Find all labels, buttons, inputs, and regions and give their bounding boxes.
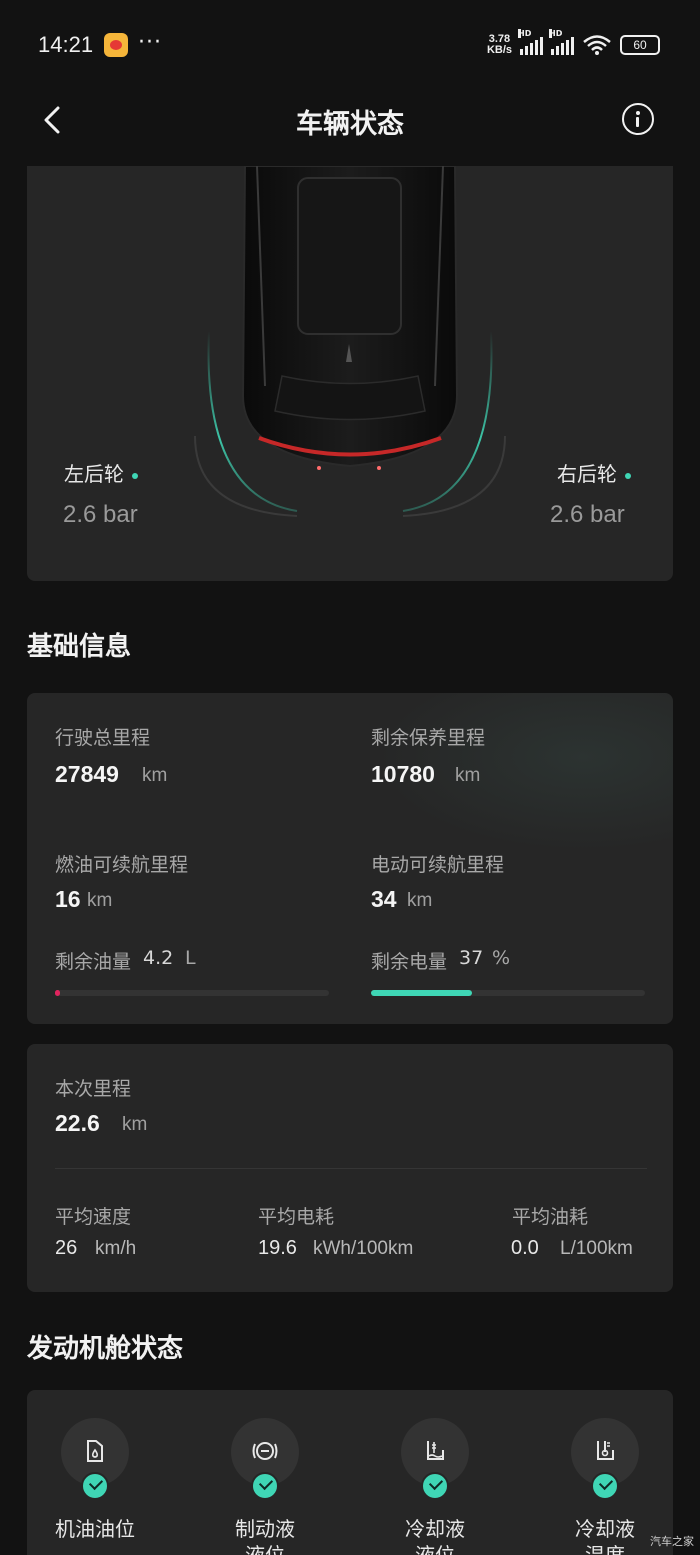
trip-mileage-value: 22.6 bbox=[55, 1110, 100, 1136]
page-title: 车辆状态 bbox=[296, 109, 404, 140]
rear-left-tire-label: 左后轮 bbox=[64, 458, 138, 487]
rear-left-tire-value: 2.6 bar bbox=[63, 501, 138, 528]
brake-fluid-icon bbox=[252, 1442, 278, 1460]
avg-fuel-label: 平均油耗 bbox=[512, 1206, 589, 1228]
fuel-level-fill bbox=[55, 990, 61, 996]
weibo-app-icon bbox=[104, 33, 128, 57]
avg-power-label: 平均电耗 bbox=[258, 1206, 335, 1228]
avg-fuel-unit: L/100km bbox=[560, 1238, 633, 1259]
basic-info-title: 基础信息 bbox=[27, 632, 132, 662]
avg-power-value: 19.6 bbox=[258, 1237, 297, 1259]
signal-icon: HD bbox=[518, 29, 543, 55]
hd-badge: HD bbox=[549, 29, 563, 38]
fuel-range-value: 16 bbox=[55, 886, 81, 912]
battery-left-label: 剩余电量 bbox=[371, 951, 448, 973]
fuel-left-unit: L bbox=[185, 947, 196, 969]
rear-right-tire-label: 右后轮 bbox=[557, 458, 631, 487]
fuel-range-unit: km bbox=[87, 890, 113, 911]
battery-level-bar bbox=[371, 990, 645, 996]
total-mileage-label: 行驶总里程 bbox=[55, 727, 151, 749]
avg-fuel-value: 0.0 bbox=[511, 1237, 539, 1259]
more-dots-icon: ··· bbox=[138, 30, 162, 55]
ev-range-label: 电动可续航里程 bbox=[371, 854, 505, 876]
avg-speed-unit: km/h bbox=[95, 1238, 137, 1259]
battery-level-fill bbox=[371, 990, 473, 996]
rear-left-tire-label-text: 左后轮 bbox=[64, 462, 124, 486]
status-bar: 14:21 ··· 3.78 KB/s HD HD 60 bbox=[0, 0, 700, 90]
tire-pressure-card: 左后轮 2.6 bar 右后轮 2.6 bar bbox=[27, 166, 673, 581]
trip-mileage-label: 本次里程 bbox=[55, 1078, 132, 1100]
engine-status-card: 机油油位 制动液 液位 冷却液 液位 冷却液 温度 bbox=[27, 1390, 673, 1555]
app-header: 车辆状态 bbox=[0, 90, 700, 150]
status-dot bbox=[132, 472, 138, 479]
network-speed: 3.78 KB/s bbox=[487, 34, 512, 56]
check-icon bbox=[251, 1472, 279, 1500]
coolant-level-icon bbox=[427, 1441, 444, 1460]
rear-right-tire-value: 2.6 bar bbox=[550, 501, 625, 528]
coolant-temp-icon bbox=[597, 1441, 614, 1460]
engine-status-title: 发动机舱状态 bbox=[27, 1334, 184, 1364]
basic-info-card: 行驶总里程 27849 km 剩余保养里程 10780 km 燃油可续航里程 1… bbox=[27, 693, 673, 1024]
status-dot bbox=[625, 472, 631, 479]
maintenance-mileage-value: 10780 bbox=[371, 761, 435, 787]
rear-right-tire-label-text: 右后轮 bbox=[557, 462, 617, 486]
trip-mileage-unit: km bbox=[122, 1114, 148, 1135]
fuel-left-value: 4.2 bbox=[143, 947, 174, 969]
fuel-level-bar bbox=[55, 990, 329, 996]
total-mileage-value: 27849 bbox=[55, 761, 119, 787]
car-sunroof bbox=[297, 177, 402, 335]
avg-power-unit: kWh/100km bbox=[313, 1238, 414, 1259]
status-time: 14:21 bbox=[38, 32, 94, 57]
ev-range-value: 34 bbox=[371, 886, 397, 912]
signal-icon: HD bbox=[549, 29, 574, 55]
hd-badge: HD bbox=[518, 29, 532, 38]
ev-range-unit: km bbox=[407, 890, 433, 911]
watermark: 汽车之家 bbox=[650, 1535, 694, 1548]
avg-speed-label: 平均速度 bbox=[55, 1206, 132, 1228]
info-icon[interactable] bbox=[622, 103, 654, 135]
maintenance-mileage-unit: km bbox=[455, 765, 481, 786]
divider bbox=[55, 1168, 647, 1169]
engine-item-label: 冷却液 液位 bbox=[405, 1517, 465, 1555]
trip-card: 本次里程 22.6 km 平均速度 26 km/h 平均电耗 19.6 kWh/… bbox=[27, 1044, 673, 1292]
fuel-left-label: 剩余油量 bbox=[55, 951, 132, 973]
network-speed-unit: KB/s bbox=[486, 44, 512, 56]
engine-item-label: 制动液 液位 bbox=[235, 1517, 295, 1555]
check-icon bbox=[81, 1472, 109, 1500]
oil-level-icon bbox=[87, 1440, 103, 1462]
battery-left-value: 37 bbox=[459, 947, 484, 969]
fuel-range-label: 燃油可续航里程 bbox=[55, 854, 189, 876]
check-icon bbox=[421, 1472, 449, 1500]
status-right-cluster: 3.78 KB/s HD HD 60 bbox=[487, 29, 660, 58]
check-icon bbox=[591, 1472, 619, 1500]
avg-speed-value: 26 bbox=[55, 1237, 78, 1259]
total-mileage-unit: km bbox=[142, 765, 168, 786]
engine-item-label: 机油油位 bbox=[55, 1517, 135, 1541]
battery-left-unit: % bbox=[492, 947, 511, 969]
maintenance-mileage-label: 剩余保养里程 bbox=[371, 727, 486, 749]
battery-icon: 60 bbox=[620, 35, 660, 55]
wifi-icon bbox=[583, 35, 611, 55]
